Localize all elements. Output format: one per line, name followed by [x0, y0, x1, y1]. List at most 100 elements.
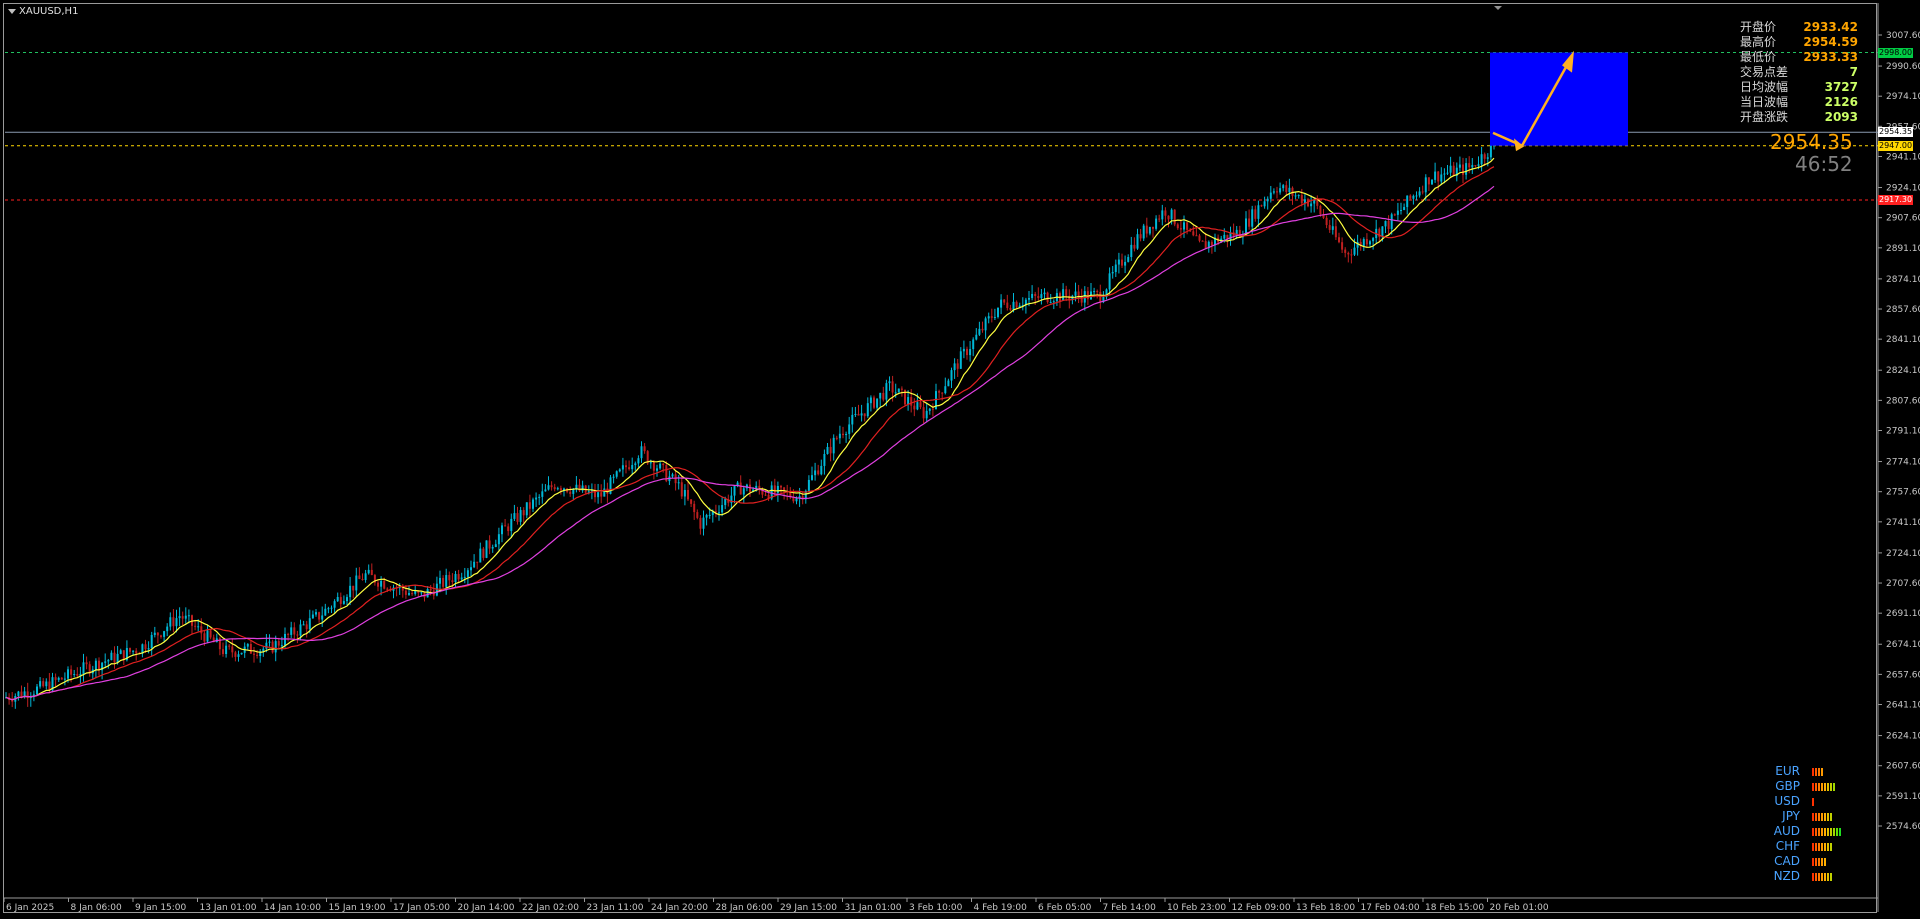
- strength-row: CHF: [1770, 839, 1841, 854]
- price-chart[interactable]: 3007.602990.602974.102957.602941.102924.…: [0, 0, 1920, 919]
- strength-bar: [1818, 782, 1820, 791]
- candle-body: [820, 465, 823, 475]
- candle-body: [640, 446, 643, 459]
- candle-body: [240, 652, 243, 655]
- candle-body: [1353, 247, 1356, 255]
- strength-bar: [1815, 782, 1817, 791]
- candle-body: [98, 660, 100, 671]
- candle-body: [336, 597, 339, 602]
- candle-body: [324, 608, 327, 616]
- candle-body: [1158, 218, 1161, 220]
- candle-body: [1037, 296, 1040, 299]
- candle-body: [166, 626, 169, 632]
- strength-bar: [1818, 857, 1820, 866]
- price-axis-tag: 2947.00: [1878, 140, 1914, 151]
- candle-body: [1350, 254, 1353, 256]
- candle-body: [48, 681, 51, 691]
- candle-body: [293, 627, 296, 635]
- candle-body: [987, 316, 990, 319]
- price-tick-label: 2574.60: [1886, 822, 1920, 832]
- candle-body: [1186, 222, 1189, 230]
- candle-body: [1443, 173, 1446, 175]
- strength-bar: [1827, 782, 1829, 791]
- candle-body: [1415, 195, 1418, 197]
- candle-body: [231, 646, 234, 653]
- candle-body: [1204, 241, 1207, 249]
- candle-body: [1384, 220, 1387, 227]
- chart-window[interactable]: XAUUSD,H1 3007.602990.602974.102957.6029…: [0, 0, 1920, 919]
- candle-body: [163, 631, 166, 637]
- candle-body: [339, 597, 342, 604]
- strength-bar: [1815, 812, 1817, 821]
- candle-body: [962, 348, 965, 352]
- candle-body: [1446, 172, 1449, 174]
- price-axis-tag: 2954.35: [1878, 127, 1914, 138]
- price-tick-label: 2907.60: [1886, 214, 1920, 224]
- candle-body: [153, 632, 156, 635]
- candle-body: [265, 642, 268, 649]
- candle-body: [280, 645, 283, 647]
- candle-body: [972, 339, 975, 350]
- candle-body: [656, 468, 658, 471]
- candle-body: [621, 465, 624, 470]
- projection-box: [1490, 52, 1628, 146]
- time-tick-label: 9 Jan 15:00: [135, 903, 187, 913]
- candle-body: [206, 630, 209, 642]
- strength-bar: [1821, 842, 1823, 851]
- candle-body: [1028, 298, 1030, 300]
- candle-body: [225, 645, 228, 655]
- candle-body: [615, 471, 618, 477]
- candle-body: [600, 492, 603, 497]
- candle-body: [559, 488, 562, 491]
- candle-body: [1257, 205, 1260, 219]
- strength-bar: [1827, 812, 1829, 821]
- candle-body: [634, 463, 637, 466]
- price-tick-label: 2691.10: [1886, 609, 1920, 619]
- candle-body: [1192, 231, 1195, 236]
- candle-body: [1387, 220, 1390, 229]
- candle-body: [814, 470, 817, 476]
- candle-body: [1121, 259, 1123, 266]
- candle-body: [581, 485, 584, 491]
- candle-body: [73, 673, 76, 675]
- candle-body: [1251, 209, 1254, 227]
- candle-body: [913, 405, 916, 410]
- price-tick-label: 2857.60: [1886, 305, 1920, 315]
- candle-body: [922, 407, 925, 419]
- candle-body: [845, 433, 848, 436]
- candle-body: [1108, 273, 1111, 290]
- candle-body: [1282, 185, 1285, 189]
- candle-body: [274, 641, 277, 653]
- strength-bar: [1818, 842, 1820, 851]
- price-tick-label: 2974.10: [1886, 92, 1920, 102]
- currency-name: AUD: [1773, 824, 1800, 838]
- strength-row: CAD: [1770, 854, 1841, 869]
- candle-body: [866, 403, 869, 417]
- currency-name: CHF: [1775, 839, 1800, 853]
- candle-body: [1480, 154, 1483, 165]
- candle-body: [742, 488, 745, 495]
- candle-body: [1164, 210, 1167, 216]
- candle-body: [1285, 185, 1288, 192]
- candle-body: [857, 413, 860, 416]
- time-tick-label: 20 Feb 01:00: [1490, 903, 1549, 913]
- candle-body: [501, 525, 503, 535]
- candle-body: [649, 462, 652, 464]
- strength-bars: [1812, 797, 1814, 806]
- candle-body: [1437, 171, 1440, 182]
- candle-body: [119, 650, 122, 654]
- time-tick-label: 12 Feb 09:00: [1232, 903, 1291, 913]
- strength-bar: [1812, 827, 1814, 836]
- candle-body: [1316, 199, 1319, 206]
- info-value: 2954.59: [1803, 35, 1858, 49]
- candle-body: [439, 577, 441, 584]
- strength-bar: [1821, 767, 1823, 776]
- candle-body: [671, 474, 674, 477]
- candle-body: [200, 626, 203, 634]
- candle-body: [17, 691, 20, 697]
- candle-body: [1077, 291, 1080, 296]
- candle-body: [466, 570, 469, 577]
- candle-body: [1279, 188, 1282, 193]
- candle-body: [1201, 240, 1204, 242]
- candle-body: [1325, 217, 1328, 226]
